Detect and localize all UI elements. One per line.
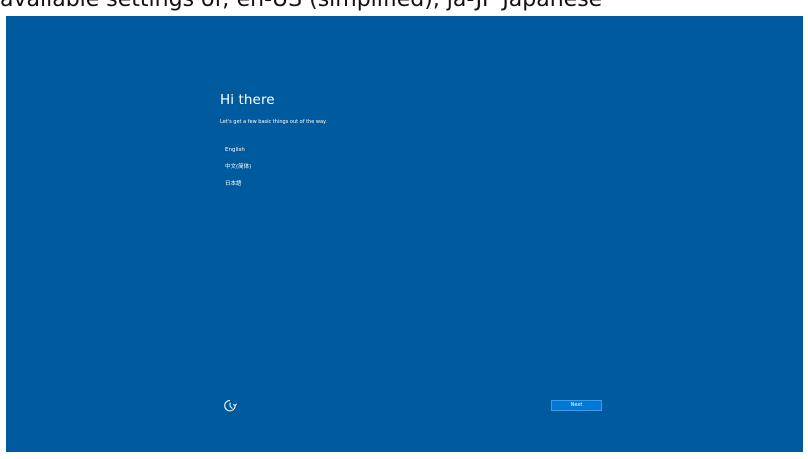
- next-button[interactable]: Next: [551, 400, 602, 411]
- language-option-chinese-simplified[interactable]: 中文(简体): [220, 161, 380, 178]
- language-option-japanese[interactable]: 日本語: [220, 178, 380, 195]
- page-title: Hi there: [220, 92, 275, 108]
- ease-of-access-icon[interactable]: [222, 398, 238, 414]
- language-option-english[interactable]: English: [220, 144, 380, 161]
- setup-screen: Hi there Let's get a few basic things ou…: [6, 16, 803, 452]
- caption-text: available settings of; en-US (simplified…: [0, 0, 602, 14]
- language-list: English 中文(简体) 日本語: [220, 144, 380, 195]
- caption-strip: available settings of; en-US (simplified…: [0, 0, 808, 16]
- page-subtitle: Let's get a few basic things out of the …: [220, 119, 327, 125]
